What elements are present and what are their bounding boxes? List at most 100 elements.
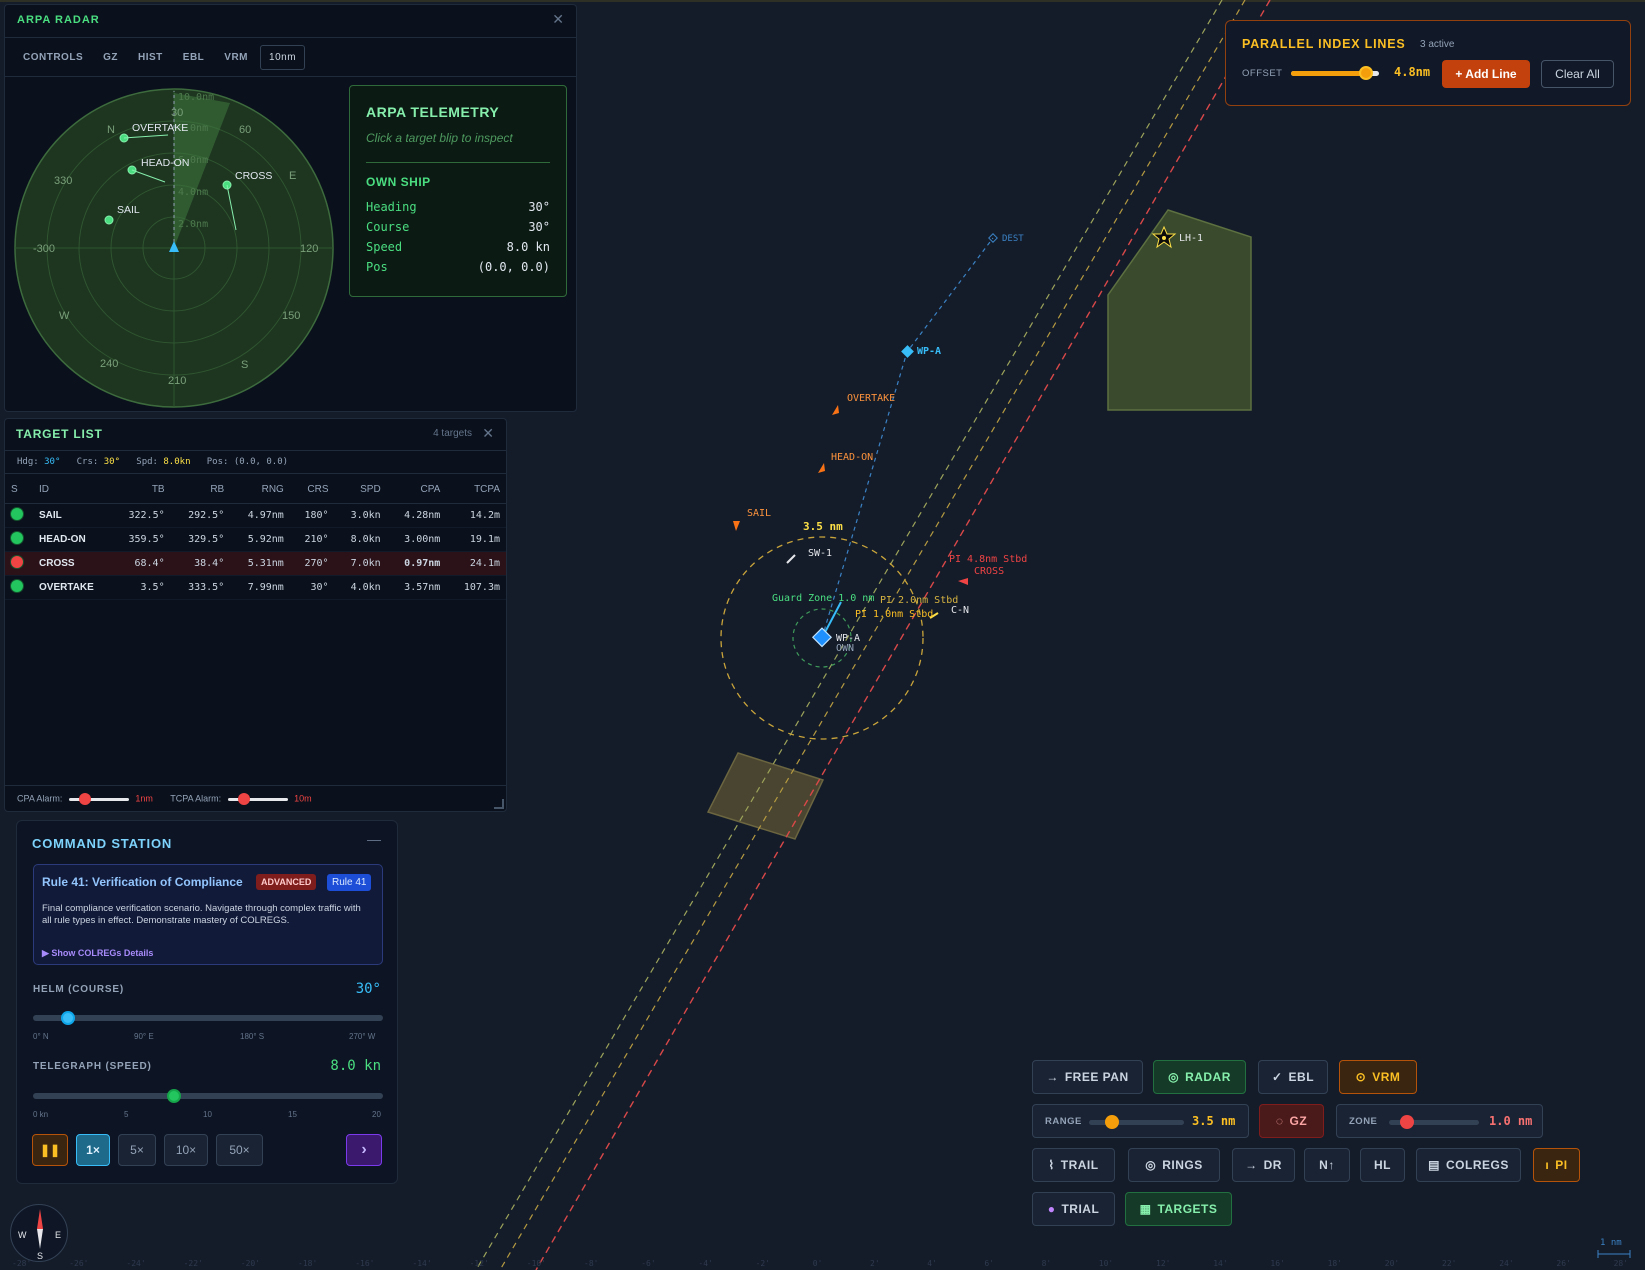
table-row[interactable]: SAIL 322.5° 292.5° 4.97nm 180° 3.0kn 4.2… — [5, 503, 506, 528]
col-header[interactable]: TB — [111, 477, 171, 504]
close-icon[interactable]: ✕ — [482, 425, 494, 442]
hl-button[interactable]: HL — [1360, 1148, 1405, 1182]
tcpa-alarm-slider[interactable] — [227, 793, 288, 805]
col-header[interactable]: CPA — [386, 477, 447, 504]
seawall-marker-sw1 — [786, 554, 796, 564]
guard-zone-icon: ◌ — [1275, 1114, 1284, 1128]
target-marker-sail[interactable] — [733, 521, 740, 531]
zone-slider[interactable] — [1389, 1115, 1479, 1129]
dr-button[interactable]: → DR — [1232, 1148, 1295, 1182]
clear-all-button[interactable]: Clear All — [1541, 60, 1614, 88]
map-label-lighthouse: LH-1 — [1179, 233, 1203, 244]
target-marker-headon[interactable] — [818, 463, 825, 473]
tab-range-10nm[interactable]: 10nm — [260, 44, 306, 70]
free-pan-button[interactable]: → FREE PAN — [1032, 1060, 1143, 1094]
telemetry-hint: Click a target blip to inspect — [366, 131, 513, 145]
rings-button[interactable]: ◎ RINGS — [1128, 1148, 1220, 1182]
map-label-vrm-range: 3.5 nm — [803, 520, 843, 533]
cell-rng: 5.31nm — [230, 551, 290, 576]
map-label-pi20: PI 2.0nm Stbd — [880, 595, 958, 606]
clipboard-icon: ▦ — [1139, 1202, 1152, 1216]
tab-hist[interactable]: HIST — [130, 46, 171, 69]
radar-tabs: CONTROLS GZ HIST EBL VRM 10nm — [5, 37, 576, 77]
cell-cpa: 0.97nm — [386, 551, 447, 576]
map-x-tick: 8' — [1042, 1259, 1052, 1268]
tcpa-alarm-value: 10m — [294, 793, 312, 804]
tab-controls[interactable]: CONTROLS — [15, 46, 91, 69]
minimize-icon[interactable]: — — [367, 831, 381, 847]
col-header[interactable]: CRS — [289, 477, 335, 504]
table-row[interactable]: HEAD-ON 359.5° 329.5° 5.92nm 210° 8.0kn … — [5, 527, 506, 552]
waypoint-marker-wpa[interactable] — [901, 345, 914, 358]
map-label-guard-zone: Guard Zone 1.0 nm — [772, 593, 874, 604]
tab-ebl[interactable]: EBL — [175, 46, 213, 69]
map-x-tick: 26' — [1556, 1259, 1570, 1268]
cell-crs: 180° — [289, 503, 335, 528]
pi-offset-knob[interactable] — [1359, 66, 1373, 80]
table-row[interactable]: OVERTAKE 3.5° 333.5° 7.99nm 30° 4.0kn 3.… — [5, 575, 506, 600]
cpa-alarm-slider[interactable] — [68, 793, 129, 805]
telegraph-slider-knob[interactable] — [167, 1089, 181, 1103]
close-icon[interactable]: ✕ — [552, 11, 564, 28]
col-header[interactable]: TCPA — [446, 477, 506, 504]
map-x-tick: 24' — [1499, 1259, 1513, 1268]
zone-slider-knob[interactable] — [1400, 1115, 1414, 1129]
telegraph-slider[interactable] — [33, 1089, 383, 1103]
bearing-label-330: 330 — [54, 175, 72, 187]
pause-button[interactable]: ❚❚ — [32, 1134, 68, 1166]
col-header[interactable]: RNG — [230, 477, 290, 504]
cell-rb: 38.4° — [170, 551, 231, 576]
range-slider-knob[interactable] — [1105, 1115, 1119, 1129]
tab-vrm[interactable]: VRM — [216, 46, 256, 69]
vrm-icon: ⊙ — [1355, 1070, 1367, 1084]
radar-blip-label-headon: HEAD-ON — [141, 157, 189, 169]
map-x-tick: 20' — [1385, 1259, 1399, 1268]
cell-rb: 329.5° — [170, 527, 231, 552]
cpa-alarm-label: CPA Alarm: — [17, 793, 63, 804]
command-station-panel: COMMAND STATION — Rule 41: Verification … — [16, 820, 398, 1184]
trial-button[interactable]: ● TRIAL — [1032, 1192, 1115, 1226]
speed-50x-button[interactable]: 50× — [216, 1134, 263, 1166]
own-ship-marker[interactable] — [811, 627, 833, 648]
speed-1x-button[interactable]: 1× — [76, 1134, 110, 1166]
col-header[interactable]: S — [5, 477, 33, 504]
next-scenario-button[interactable]: › — [346, 1134, 382, 1166]
col-header[interactable]: RB — [170, 477, 231, 504]
range-slider[interactable] — [1089, 1115, 1184, 1129]
col-header[interactable]: SPD — [334, 477, 387, 504]
pi-button[interactable]: ı PI — [1533, 1148, 1580, 1182]
colregs-button[interactable]: ▤ COLREGS — [1416, 1148, 1521, 1182]
col-header[interactable]: ID — [33, 477, 111, 504]
map-x-tick: -6' — [641, 1259, 655, 1268]
helm-slider[interactable] — [33, 1011, 383, 1025]
speed-10x-button[interactable]: 10× — [164, 1134, 208, 1166]
pi-offset-slider[interactable] — [1291, 66, 1379, 80]
bearing-label-w: W — [59, 310, 70, 322]
guard-zone-button[interactable]: ◌ GZ — [1259, 1104, 1324, 1138]
north-up-button[interactable]: N↑ — [1304, 1148, 1350, 1182]
vrm-button[interactable]: ⊙ VRM — [1339, 1060, 1417, 1094]
arpa-telemetry-card: ARPA TELEMETRY Click a target blip to in… — [349, 85, 567, 297]
radar-icon: ◎ — [1168, 1070, 1180, 1084]
radar-blip-sail[interactable] — [104, 215, 114, 225]
resize-handle[interactable] — [494, 799, 504, 809]
tab-gz[interactable]: GZ — [95, 46, 126, 69]
helm-label: HELM (COURSE) — [33, 984, 124, 995]
target-marker-overtake[interactable] — [832, 405, 839, 415]
bearing-label-60: 60 — [239, 124, 251, 136]
compass-rose[interactable]: E S W — [10, 1204, 68, 1262]
helm-slider-knob[interactable] — [61, 1011, 75, 1025]
map-x-tick: 10' — [1099, 1259, 1113, 1268]
telegraph-tick: 5 — [124, 1110, 129, 1119]
add-line-button[interactable]: + Add Line — [1442, 60, 1530, 88]
table-row[interactable]: CROSS 68.4° 38.4° 5.31nm 270° 7.0kn 0.97… — [5, 551, 506, 576]
radar-blip-label-cross: CROSS — [235, 170, 272, 182]
radar-button[interactable]: ◎ RADAR — [1153, 1060, 1246, 1094]
speed-5x-button[interactable]: 5× — [118, 1134, 156, 1166]
ebl-button[interactable]: ✓ EBL — [1258, 1060, 1328, 1094]
show-colregs-details-link[interactable]: ▶ Show COLREGs Details — [42, 948, 153, 959]
target-marker-cross[interactable] — [958, 578, 968, 585]
radar-scope[interactable]: 10.0nm 8.0nm 6.0nm 4.0nm 2.0nm 30 60 E 1… — [13, 87, 335, 409]
trail-button[interactable]: ⌇ TRAIL — [1032, 1148, 1115, 1182]
targets-button[interactable]: ▦ TARGETS — [1125, 1192, 1232, 1226]
